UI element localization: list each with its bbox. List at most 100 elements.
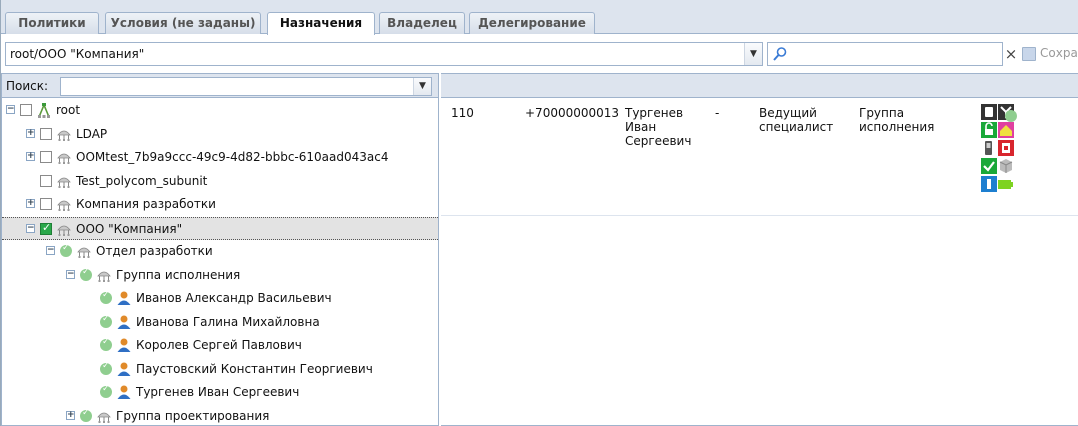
checkbox[interactable]: [40, 174, 52, 187]
tree-row[interactable]: − root: [2, 99, 438, 122]
inherited-check-icon[interactable]: [100, 290, 112, 304]
tab-policies[interactable]: Политики: [5, 12, 99, 34]
org-unit-icon: [57, 153, 71, 164]
path-value: root/ООО "Компания": [10, 47, 145, 61]
tree-row[interactable]: Тургенев Иван Сергеевич: [2, 381, 438, 404]
tree-node-label: Тургенев Иван Сергеевич: [136, 385, 300, 399]
tree-node-label: root: [56, 103, 81, 117]
checkbox[interactable]: [40, 127, 52, 140]
tree-node-label: Группа проектирования: [116, 408, 270, 423]
root-org-icon: [38, 102, 50, 118]
name-cell: Тургенев Иван Сергеевич: [625, 106, 692, 148]
sim-card-icon: [998, 140, 1014, 156]
tab-owner[interactable]: Владелец: [379, 12, 465, 34]
expand-icon[interactable]: +: [26, 199, 35, 208]
check-icon: [981, 158, 997, 174]
tree-row[interactable]: + OOMtest_7b9a9ccc-49c9-4d82-bbbc-610aad0…: [2, 146, 438, 169]
checkbox[interactable]: [20, 104, 32, 116]
checkbox[interactable]: [40, 221, 52, 235]
unlock-icon: [981, 122, 997, 138]
tree-search-bar: Поиск: ▼: [2, 74, 438, 98]
tab-assignments[interactable]: Назначения: [267, 12, 375, 35]
inherited-check-icon[interactable]: [80, 408, 92, 422]
tree-row[interactable]: + LDAP: [2, 123, 438, 146]
org-unit-icon: [57, 200, 71, 211]
tab-bar: Политики Условия (не заданы) Назначения …: [1, 0, 1078, 35]
org-unit-icon: [97, 412, 111, 423]
user-icon: [117, 385, 131, 399]
tree-node-label: Иванов Александр Васильевич: [136, 291, 332, 305]
tab-conditions[interactable]: Условия (не заданы): [105, 12, 261, 34]
tree-node-label: Test_polycom_subunit: [76, 173, 208, 188]
user-icon: [117, 291, 131, 305]
checkbox[interactable]: [40, 198, 52, 210]
org-unit-icon: [57, 225, 71, 236]
chevron-down-icon[interactable]: ▼: [744, 43, 762, 65]
save-button[interactable]: Сохранить: [1040, 46, 1078, 60]
tree-node-label: Группа исполнения: [116, 267, 241, 282]
battery-icon: [998, 180, 1013, 189]
smartphone-icon: [981, 104, 997, 120]
assignments-header: [441, 74, 1078, 98]
tree-row[interactable]: Паустовский Константин Георгиевич: [2, 358, 438, 381]
tree-node-label: Отдел разработки: [96, 244, 213, 258]
tree-row[interactable]: + Компания разработки: [2, 193, 438, 216]
org-unit-icon: [57, 130, 71, 141]
inherited-check-icon[interactable]: [80, 267, 92, 281]
inherited-check-icon[interactable]: [100, 361, 112, 375]
user-icon: [117, 315, 131, 329]
tree-node-label: Королев Сергей Павлович: [136, 338, 302, 352]
org-unit-icon: [97, 271, 111, 282]
tree-node-label: ООО "Компания": [76, 221, 183, 236]
inherited-check-icon[interactable]: [100, 337, 112, 351]
tab-delegation[interactable]: Делегирование: [469, 12, 595, 34]
tree-node-label: Паустовский Константин Георгиевич: [136, 361, 373, 376]
save-icon[interactable]: [1022, 47, 1036, 61]
path-select[interactable]: root/ООО "Компания" ▼: [5, 42, 763, 66]
inherited-check-icon[interactable]: [60, 243, 72, 257]
bluetooth-icon: [981, 176, 997, 192]
tree-row[interactable]: + Группа проектирования: [2, 405, 438, 426]
expand-icon[interactable]: +: [26, 152, 35, 161]
user-icon: [117, 338, 131, 352]
tree-row[interactable]: Королев Сергей Павлович: [2, 334, 438, 357]
org-tree-panel: Поиск: ▼ − root + LDAP + OOMtest_7b9a9ccc-49c…: [1, 73, 439, 426]
search-input[interactable]: [767, 42, 1003, 66]
tree-search-label: Поиск:: [6, 79, 49, 93]
collapse-icon[interactable]: −: [46, 246, 55, 255]
status-badge: [1005, 110, 1017, 122]
row-divider: [441, 215, 1078, 216]
tree-row[interactable]: − ООО "Компания": [2, 216, 438, 240]
inherited-check-icon[interactable]: [100, 384, 112, 398]
close-icon[interactable]: ×: [1004, 45, 1018, 63]
expand-icon[interactable]: +: [26, 128, 35, 138]
mobile-phone-icon: [985, 141, 992, 155]
collapse-icon[interactable]: −: [26, 223, 35, 233]
tree-row[interactable]: Иванова Галина Михайловна: [2, 311, 438, 334]
position-cell: Ведущий специалист: [759, 106, 834, 134]
app-window: Политики Условия (не заданы) Назначения …: [0, 0, 1078, 426]
tree-node-label: Компания разработки: [76, 197, 216, 211]
search-icon: [773, 47, 787, 61]
tree-row[interactable]: Test_polycom_subunit: [2, 170, 438, 193]
inherited-check-icon[interactable]: [100, 314, 112, 328]
expand-icon[interactable]: +: [66, 410, 75, 420]
chevron-down-icon[interactable]: ▼: [413, 78, 431, 95]
checkbox[interactable]: [40, 151, 52, 163]
user-icon: [117, 362, 131, 376]
tree-node-label: OOMtest_7b9a9ccc-49c9-4d82-bbbc-610aad04…: [76, 150, 389, 164]
tree-row[interactable]: Иванов Александр Васильевич: [2, 287, 438, 310]
tree-node-label: Иванова Галина Михайловна: [136, 314, 320, 329]
tree-node-label: LDAP: [76, 126, 108, 141]
org-unit-icon: [77, 247, 91, 258]
collapse-icon[interactable]: −: [66, 269, 75, 279]
group-cell: Группа исполнения: [859, 106, 935, 134]
phone-cell: +70000000013: [525, 106, 620, 120]
collapse-icon[interactable]: −: [6, 105, 15, 114]
assignments-panel: 110 +70000000013 Тургенев Иван Сергеевич…: [441, 73, 1078, 426]
tree-search-input[interactable]: ▼: [60, 77, 432, 96]
tree-row[interactable]: − Отдел разработки: [2, 240, 438, 263]
dash-cell: -: [715, 106, 720, 120]
box-icon: [999, 159, 1013, 173]
tree-row[interactable]: − Группа исполнения: [2, 264, 438, 287]
